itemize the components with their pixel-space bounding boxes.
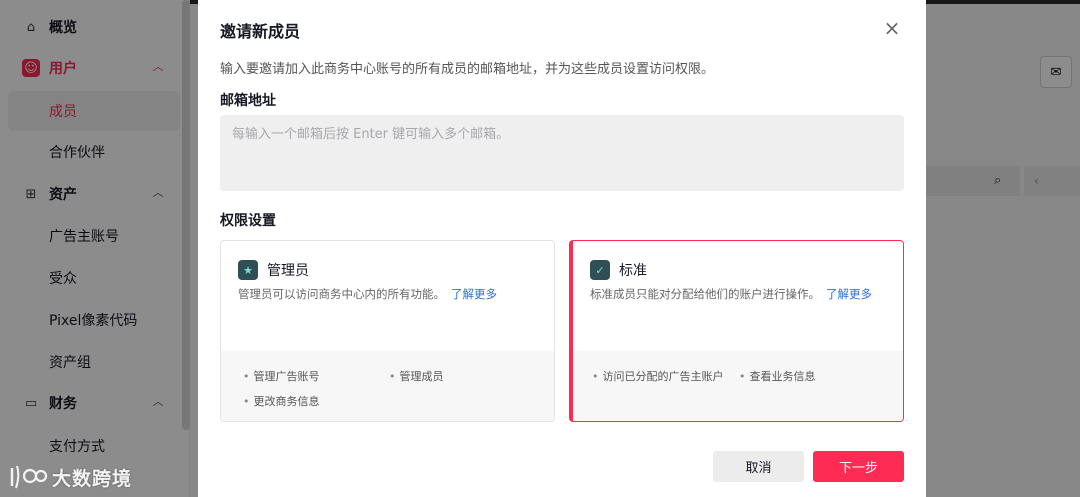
invite-member-dialog: 邀请新成员 × 输入要邀请加入此商务中心账号的所有成员的邮箱地址，并为这些成员设… [198,0,926,497]
role-card-standard[interactable]: ✓ 标准 标准成员只能对分配给他们的账户进行操作。了解更多 访问已分配的广告主账… [569,240,904,422]
role-card-admin[interactable]: ★ 管理员 管理员可以访问商务中心内的所有功能。了解更多 管理广告账号 管理成员… [220,240,555,422]
next-button[interactable]: 下一步 [813,451,904,482]
role-card-header: ✓ 标准 标准成员只能对分配给他们的账户进行操作。 了解更多 [573,241,903,351]
role-description-text: 标准成员只能对分配给他们的账户进行操作。 [590,287,820,301]
dialog-description: 输入要邀请加入此商务中心账号的所有成员的邮箱地址，并为这些成员设置访问权限。 [220,62,715,77]
dialog-title: 邀请新成员 [220,22,301,41]
email-input[interactable] [220,115,904,191]
admin-user-icon: ★ [238,260,258,280]
learn-more-link[interactable]: 了解更多 [826,287,872,301]
role-description-text: 管理员可以访问商务中心内的所有功能。 [238,287,445,301]
cancel-button[interactable]: 取消 [713,451,804,482]
watermark-text: 大数跨境 [52,467,133,490]
permission-item: 管理成员 [389,368,444,384]
role-permissions: 访问已分配的广告主账户 查看业务信息 [573,351,903,421]
permission-item: 访问已分配的广告主账户 [592,368,724,384]
close-icon[interactable]: × [882,18,902,38]
learn-more-link[interactable]: 了解更多 [451,287,497,301]
role-permissions: 管理广告账号 管理成员 更改商务信息 [221,351,554,421]
permission-item: 查看业务信息 [739,368,816,384]
standard-user-icon: ✓ [590,260,610,280]
email-label: 邮箱地址 [220,93,276,109]
permission-item: 管理广告账号 [243,368,320,384]
permission-label: 权限设置 [220,213,276,229]
role-description: 标准成员只能对分配给他们的账户进行操作。 了解更多 [590,286,872,302]
watermark: 大数跨境 [8,462,132,492]
role-description: 管理员可以访问商务中心内的所有功能。 了解更多 [238,286,497,302]
role-card-header: ★ 管理员 管理员可以访问商务中心内的所有功能。 了解更多 [221,241,554,351]
watermark-logo-icon [10,465,48,489]
permission-item: 更改商务信息 [243,393,320,409]
role-name: 管理员 [267,263,309,279]
role-name: 标准 [619,263,647,279]
